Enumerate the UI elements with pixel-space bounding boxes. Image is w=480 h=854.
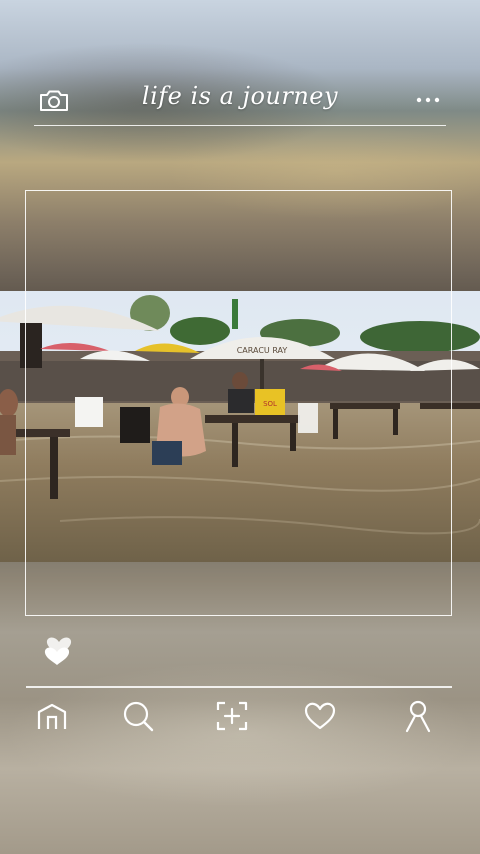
nav-favorites[interactable]: [302, 698, 338, 734]
photo-frame: [25, 190, 452, 616]
more-dots-icon: [416, 97, 440, 103]
nav-profile[interactable]: [400, 698, 436, 734]
search-icon: [123, 701, 154, 732]
like-button[interactable]: [42, 626, 76, 666]
heart-icon: [304, 702, 336, 730]
home-icon: [37, 703, 67, 729]
nav-home[interactable]: [34, 698, 70, 734]
more-button[interactable]: [414, 90, 442, 110]
top-bar: life is a journey: [34, 78, 446, 126]
page-title: life is a journey: [141, 82, 339, 110]
bottom-nav: [26, 686, 452, 746]
double-heart-icon: [44, 637, 72, 665]
nav-search[interactable]: [120, 698, 156, 734]
scan-add-icon: [216, 701, 248, 731]
top-divider: [34, 124, 446, 126]
nav-divider: [26, 686, 452, 688]
nav-scan[interactable]: [214, 698, 250, 734]
profile-icon: [405, 700, 431, 733]
